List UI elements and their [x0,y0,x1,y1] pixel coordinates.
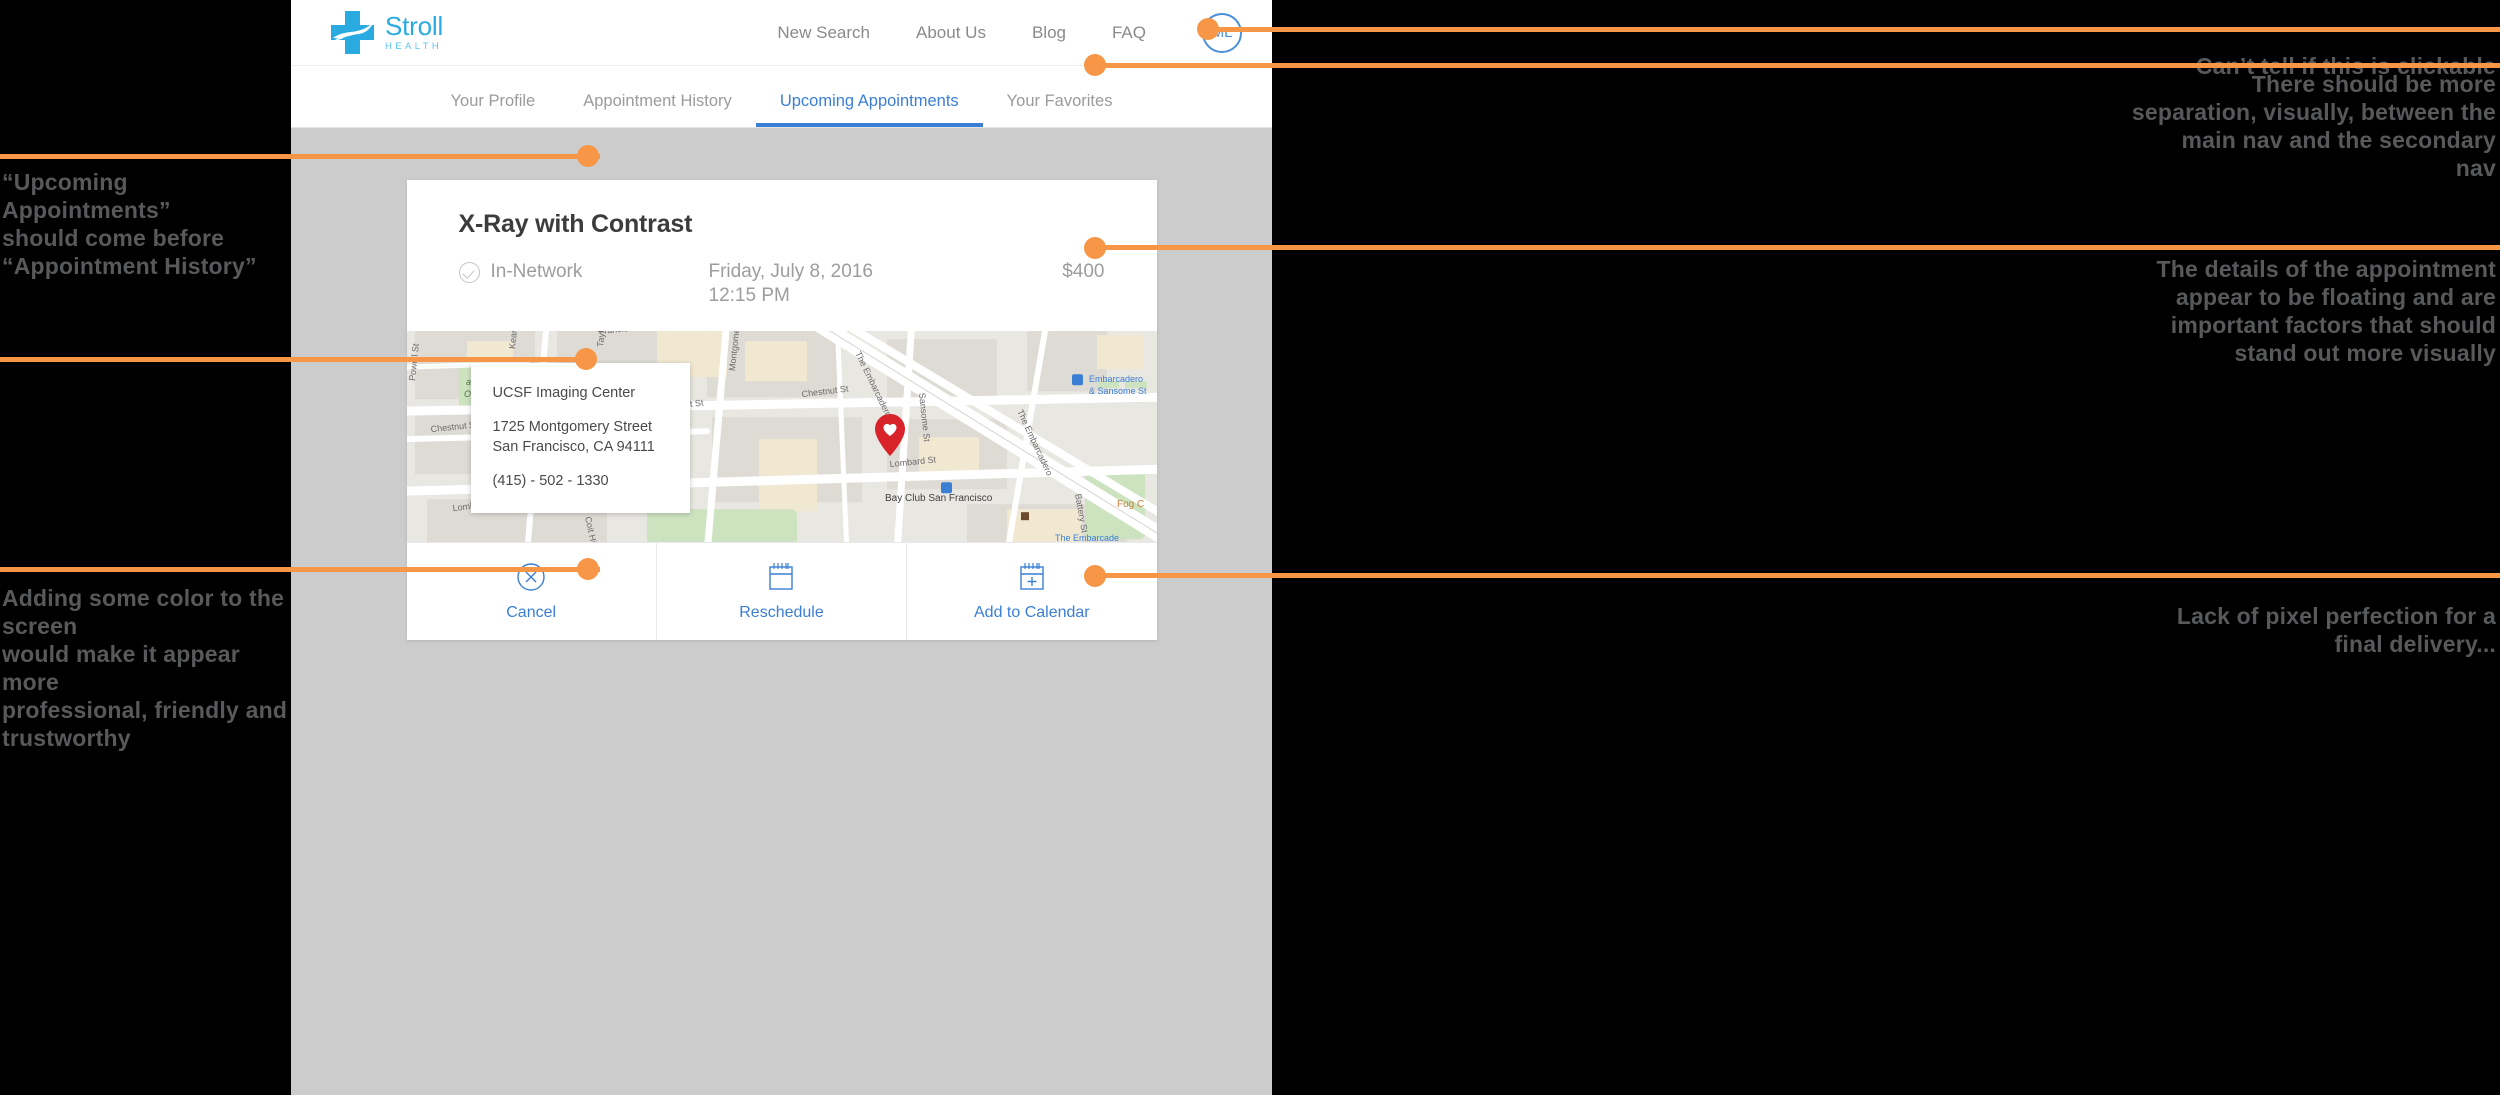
medical-cross-logo-icon [331,11,374,54]
leader-dot-info-window [575,348,597,370]
cancel-button[interactable]: Cancel [407,543,656,640]
appointment-actions: Cancel Reschedule [407,542,1157,640]
leader-line-pixel-perfection [1094,573,2500,578]
reschedule-label: Reschedule [739,604,824,622]
facility-name: UCSF Imaging Center [493,383,668,403]
map[interactable]: Francisco St Montgomery St The Embarcade… [407,331,1157,542]
annotation-details-floating: The details of the appointment appear to… [2026,255,2496,367]
annotation-tab-order: “Upcoming Appointments” should come befo… [2,168,292,280]
main-nav: New Search About Us Blog FAQ ML [777,13,1242,53]
add-to-calendar-label: Add to Calendar [974,604,1090,622]
leader-line-avatar [1205,27,2500,32]
appointment-title: X-Ray with Contrast [459,210,1105,239]
network-status: In-Network [459,260,709,284]
leader-dot-avatar [1197,18,1219,40]
location-heart-pin-icon [875,414,905,456]
reschedule-button[interactable]: Reschedule [656,543,906,640]
tab-your-favorites[interactable]: Your Favorites [983,92,1137,127]
appointment-meta: In-Network Friday, July 8, 2016 12:15 PM… [459,260,1105,309]
network-status-label: In-Network [491,260,583,284]
nav-item-blog[interactable]: Blog [1032,23,1066,43]
page-body: X-Ray with Contrast In-Network Friday, J… [291,128,1272,1095]
brand-subtitle: HEALTH [385,42,443,52]
facility-address: 1725 Montgomery Street San Francisco, CA… [493,417,668,457]
leader-dot-details [1084,237,1106,259]
address-line-1: 1725 Montgomery Street [493,417,668,437]
brand-text: Stroll HEALTH [385,13,443,52]
leader-line-details [1094,245,2500,250]
map-label: The Embarcade [1055,533,1119,542]
annotation-color: Adding some color to the screen would ma… [2,584,292,752]
annotation-nav-separation: There should be more separation, visuall… [2026,70,2496,182]
map-label: Bay Club San Francisco [885,493,993,504]
leader-dot-color [577,558,599,580]
leader-dot-nav-separation [1084,54,1106,76]
calendar-plus-icon [1018,562,1046,592]
address-line-2: San Francisco, CA 94111 [493,437,668,457]
nav-item-about-us[interactable]: About Us [916,23,986,43]
cancel-label: Cancel [506,604,556,622]
calendar-icon [767,562,795,592]
appointment-time: 12:15 PM [709,284,959,308]
tab-upcoming-appointments[interactable]: Upcoming Appointments [756,92,983,127]
map-info-window: UCSF Imaging Center 1725 Montgomery Stre… [471,363,690,513]
leader-line-info-window [0,357,590,362]
brand-logo[interactable]: Stroll HEALTH [331,11,443,54]
secondary-nav: Your Profile Appointment History Upcomin… [291,66,1272,128]
map-label: Embarcadero [1089,374,1143,384]
nav-item-new-search[interactable]: New Search [777,23,870,43]
main-header: Stroll HEALTH New Search About Us Blog F… [291,0,1272,66]
annotation-pixel-perfection: Lack of pixel perfection for a final del… [2026,602,2496,658]
tab-your-profile[interactable]: Your Profile [427,92,560,127]
leader-line-nav-separation [1094,63,2500,68]
map-label: Fog C [1117,499,1144,510]
add-to-calendar-button[interactable]: Add to Calendar [906,543,1156,640]
tab-appointment-history[interactable]: Appointment History [559,92,756,127]
check-circle-icon [459,262,480,283]
cancel-circle-icon [516,562,546,592]
leader-line-color [0,567,600,572]
leader-dot-pixel-perfection [1084,565,1106,587]
brand-name: Stroll [385,13,443,39]
nav-item-faq[interactable]: FAQ [1112,23,1146,43]
leader-dot-tab-order [577,145,599,167]
facility-phone: (415) - 502 - 1330 [493,471,668,491]
map-label: & Sansome St [1089,386,1147,396]
swoosh-icon [333,23,372,42]
appointment-card-header: X-Ray with Contrast In-Network Friday, J… [407,180,1157,331]
appointment-price: $400 [1062,260,1104,284]
appointment-date: Friday, July 8, 2016 [709,260,959,284]
screenshot-root: Stroll HEALTH New Search About Us Blog F… [0,0,2500,1095]
leader-line-tab-order [0,154,600,159]
app-viewport: Stroll HEALTH New Search About Us Blog F… [291,0,1272,1095]
appointment-datetime: Friday, July 8, 2016 12:15 PM [709,260,959,309]
